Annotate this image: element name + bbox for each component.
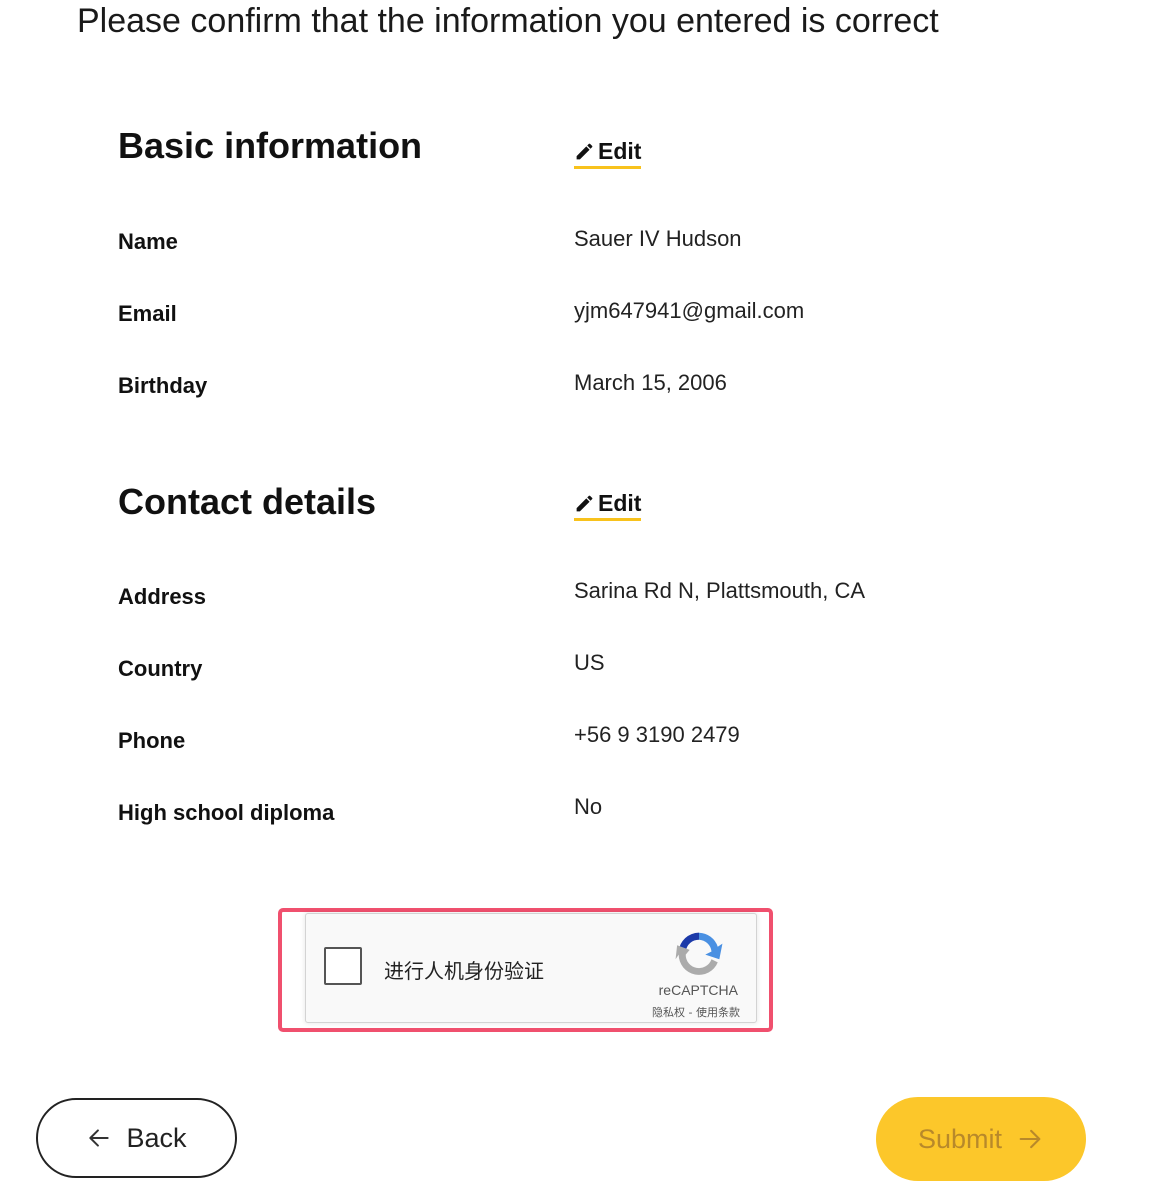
- recaptcha-terms-link[interactable]: 使用条款: [696, 1006, 740, 1019]
- edit-basic-information-link[interactable]: Edit: [574, 138, 642, 169]
- recaptcha-label: 进行人机身份验证: [384, 959, 544, 983]
- edit-contact-details-link[interactable]: Edit: [574, 490, 642, 521]
- edit-label: Edit: [598, 490, 642, 516]
- recaptcha-brand: reCAPTCHA: [658, 982, 738, 998]
- recaptcha-widget: 进行人机身份验证 reCAPTCHA 隐私权 - 使用条款: [305, 913, 757, 1023]
- recaptcha-checkbox[interactable]: [324, 947, 362, 985]
- phone-label: Phone: [118, 728, 186, 753]
- birthday-value: March 15, 2006: [574, 370, 727, 395]
- high-school-diploma-value: No: [574, 794, 603, 819]
- submit-label: Submit: [917, 1123, 1003, 1154]
- page-title: Please confirm that the information you …: [77, 2, 939, 40]
- section-title-contact-details: Contact details: [118, 481, 377, 522]
- birthday-label: Birthday: [118, 373, 208, 398]
- section-title-basic-information: Basic information: [118, 125, 423, 166]
- recaptcha-logo-icon: [674, 928, 724, 978]
- address-value: Sarina Rd N, Plattsmouth, CA: [574, 578, 866, 603]
- recaptcha-links: 隐私权 - 使用条款: [652, 1004, 740, 1020]
- arrow-right-icon: [1016, 1125, 1044, 1153]
- name-label: Name: [118, 229, 178, 254]
- high-school-diploma-label: High school diploma: [118, 800, 335, 825]
- email-value: yjm647941@gmail.com: [574, 298, 805, 323]
- phone-value: +56 9 3190 2479: [574, 722, 740, 747]
- country-label: Country: [118, 656, 203, 681]
- pencil-icon: [574, 493, 595, 514]
- address-label: Address: [118, 584, 207, 609]
- back-button[interactable]: Back: [36, 1098, 237, 1178]
- name-value: Sauer IV Hudson: [574, 226, 742, 251]
- back-label: Back: [126, 1122, 187, 1153]
- country-value: US: [574, 650, 605, 675]
- email-label: Email: [118, 301, 177, 326]
- recaptcha-link-separator: -: [685, 1006, 696, 1019]
- submit-button[interactable]: Submit: [876, 1097, 1086, 1181]
- recaptcha-privacy-link[interactable]: 隐私权: [652, 1006, 685, 1019]
- edit-label: Edit: [598, 138, 642, 164]
- pencil-icon: [574, 141, 595, 162]
- arrow-left-icon: [86, 1125, 112, 1151]
